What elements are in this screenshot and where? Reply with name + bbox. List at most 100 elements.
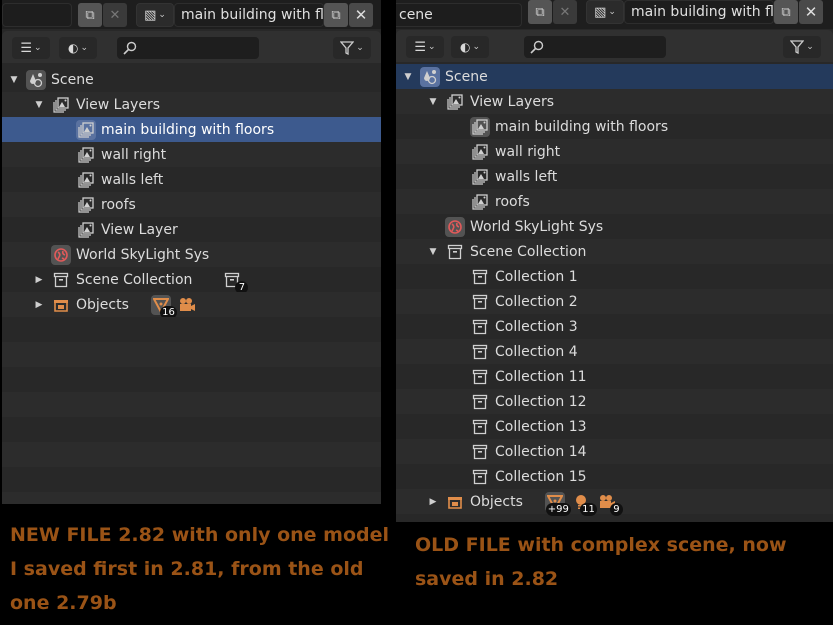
- chevron-down-icon: ⌄: [158, 10, 166, 20]
- tree-row[interactable]: Collection 2: [396, 289, 833, 314]
- disclosure-open-icon[interactable]: ▼: [402, 72, 414, 82]
- tree-row-label: wall right: [101, 146, 167, 163]
- collection-icon[interactable]: 7: [222, 270, 249, 294]
- tree-row[interactable]: View Layer: [2, 217, 381, 242]
- search-icon: [530, 40, 544, 54]
- tree-row[interactable]: Collection 12: [396, 389, 833, 414]
- tree-row[interactable]: ▼ Scene: [2, 67, 381, 92]
- tree-row-label: main building with floors: [101, 121, 275, 138]
- tree-row[interactable]: roofs: [2, 192, 381, 217]
- delete-scene-button[interactable]: ✕: [103, 3, 127, 27]
- search-icon: [123, 41, 137, 55]
- collection-icon: [470, 417, 490, 437]
- close-icon: ✕: [109, 7, 121, 23]
- disclosure-open-icon[interactable]: ▼: [427, 247, 439, 257]
- tree-row[interactable]: ▶ Scene Collection 7: [2, 267, 381, 294]
- view-layer-browse-button[interactable]: ▧ ⌄: [136, 3, 174, 27]
- tree-row-label: View Layers: [76, 96, 160, 113]
- scene-filter-button[interactable]: ◐ ⌄: [451, 36, 489, 58]
- render-layer-icon: [76, 195, 96, 215]
- scene-name-field[interactable]: cene: [396, 3, 522, 27]
- close-icon: ✕: [559, 4, 571, 20]
- disclosure-closed-icon[interactable]: ▶: [427, 497, 439, 507]
- tree-row[interactable]: Collection 14: [396, 439, 833, 464]
- display-mode-button[interactable]: ☰ ⌄: [406, 36, 444, 58]
- duplicate-scene-button[interactable]: ⧉: [528, 0, 552, 24]
- search-input[interactable]: [524, 36, 666, 58]
- chevron-down-icon: ⌄: [34, 43, 42, 53]
- duplicate-view-layer-button[interactable]: ⧉: [324, 3, 348, 27]
- mesh-icon[interactable]: +99: [544, 491, 571, 516]
- tree-row-label: Collection 3: [495, 318, 578, 335]
- tree-row[interactable]: main building with floors: [2, 117, 381, 142]
- disclosure-open-icon[interactable]: ▼: [427, 97, 439, 107]
- tree-row-label: Scene Collection: [470, 243, 587, 260]
- disclosure-closed-icon[interactable]: ▶: [33, 300, 45, 310]
- tree-row[interactable]: ▶ Objects +99 11 9: [396, 489, 833, 516]
- tree-row[interactable]: walls left: [396, 164, 833, 189]
- delete-view-layer-button[interactable]: ✕: [799, 0, 823, 24]
- view-layer-browse-button[interactable]: ▧ ⌄: [586, 0, 624, 24]
- view-layer-name-field[interactable]: main building with fl..: [174, 3, 324, 27]
- tree-row[interactable]: roofs: [396, 189, 833, 214]
- scene-filter-button[interactable]: ◐ ⌄: [59, 37, 97, 59]
- tree-row[interactable]: World SkyLight Sys: [2, 242, 381, 267]
- tree-row[interactable]: Collection 3: [396, 314, 833, 339]
- view-layers-icon: [445, 92, 465, 112]
- camera-icon[interactable]: [177, 295, 197, 315]
- tree-row[interactable]: Collection 13: [396, 414, 833, 439]
- tree-row[interactable]: wall right: [2, 142, 381, 167]
- top-bar: ⧉ ✕ ▧ ⌄ main building with fl.. ⧉ ✕: [2, 0, 381, 29]
- tree-row[interactable]: Collection 11: [396, 364, 833, 389]
- tree-row-label: roofs: [495, 193, 530, 210]
- close-icon: ✕: [354, 6, 368, 24]
- tree-row[interactable]: ▶ Objects 16: [2, 292, 381, 319]
- count-badge: +99: [545, 502, 571, 516]
- tree-row[interactable]: ▼ View Layers: [396, 89, 833, 114]
- light-icon[interactable]: 11: [571, 492, 597, 516]
- disclosure-closed-icon[interactable]: ▶: [33, 275, 45, 285]
- duplicate-view-layer-button[interactable]: ⧉: [774, 0, 798, 24]
- tree-row[interactable]: ▼ Scene: [396, 64, 833, 89]
- view-layer-name-field[interactable]: main building with fl..: [624, 0, 774, 24]
- outliner-panel-new-file: ⧉ ✕ ▧ ⌄ main building with fl.. ⧉ ✕ ☰ ⌄ ◐ ⌄…: [2, 0, 381, 504]
- delete-scene-button[interactable]: ✕: [553, 0, 577, 24]
- filter-icon: [790, 40, 805, 54]
- tree-row[interactable]: Collection 4: [396, 339, 833, 364]
- chevron-down-icon: ⌄: [428, 42, 436, 52]
- tree-row[interactable]: World SkyLight Sys: [396, 214, 833, 239]
- tree-row[interactable]: Collection 1: [396, 264, 833, 289]
- delete-view-layer-button[interactable]: ✕: [349, 3, 373, 27]
- tree-row-label: roofs: [101, 196, 136, 213]
- scene-name-field[interactable]: [2, 3, 72, 27]
- filter-button[interactable]: ⌄: [783, 36, 821, 58]
- render-layer-icon: [470, 167, 490, 187]
- filter-button[interactable]: ⌄: [333, 37, 371, 59]
- render-layer-icon: [76, 170, 96, 190]
- camera-icon[interactable]: 9: [597, 492, 623, 516]
- mesh-icon[interactable]: 16: [150, 294, 177, 319]
- tree-row[interactable]: Collection 15: [396, 464, 833, 489]
- view-layers-icon: [51, 95, 71, 115]
- tree-row[interactable]: ▼ Scene Collection: [396, 239, 833, 264]
- search-input[interactable]: [117, 37, 259, 59]
- render-layer-icon: [76, 145, 96, 165]
- collection-icon: [470, 367, 490, 387]
- collection-icon: [470, 317, 490, 337]
- duplicate-scene-button[interactable]: ⧉: [78, 3, 102, 27]
- outliner-tree: ▼ Scene ▼ View Layers main building with flo…: [2, 67, 381, 504]
- tree-row[interactable]: main building with floors: [396, 114, 833, 139]
- disclosure-open-icon[interactable]: ▼: [8, 75, 20, 85]
- render-layer-icon: [470, 142, 490, 162]
- tree-row-label: walls left: [495, 168, 558, 185]
- tree-row[interactable]: walls left: [2, 167, 381, 192]
- chevron-down-icon: ⌄: [608, 7, 616, 17]
- disclosure-open-icon[interactable]: ▼: [33, 100, 45, 110]
- tree-row-label: Scene: [51, 71, 94, 88]
- chevron-down-icon: ⌄: [806, 42, 814, 52]
- display-mode-button[interactable]: ☰ ⌄: [12, 37, 50, 59]
- tree-row-label: Collection 4: [495, 343, 578, 360]
- tree-row[interactable]: wall right: [396, 139, 833, 164]
- tree-row[interactable]: ▼ View Layers: [2, 92, 381, 117]
- outliner-tree-icon: ☰: [414, 39, 427, 55]
